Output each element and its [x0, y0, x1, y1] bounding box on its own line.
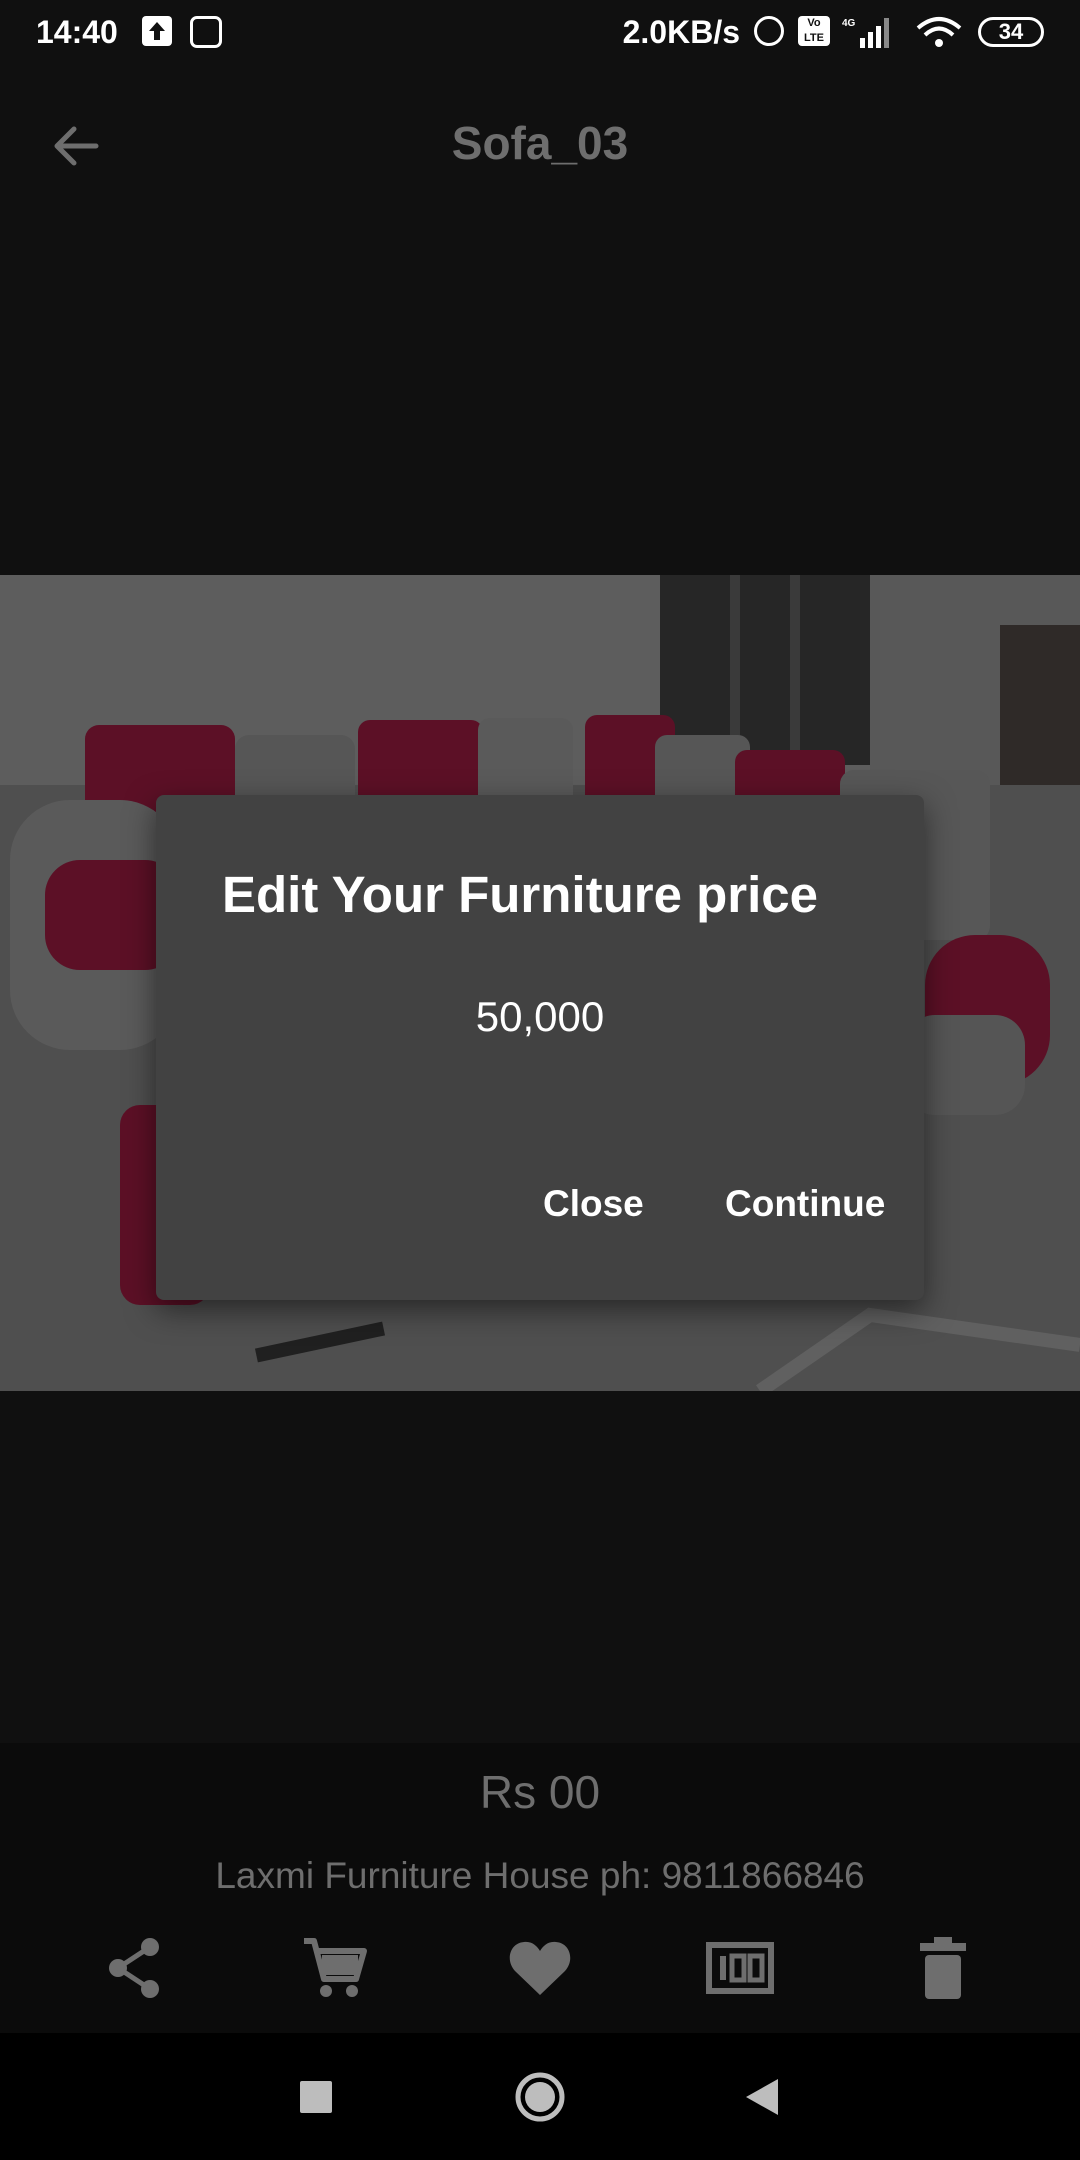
volte-icon: Vo LTE: [798, 16, 830, 46]
product-info-panel: Rs 00 Laxmi Furniture House ph: 98118668…: [0, 1743, 1080, 2033]
back-triangle-icon[interactable]: [734, 2069, 790, 2125]
home-circle-icon[interactable]: [512, 2069, 568, 2125]
share-icon[interactable]: [100, 1933, 170, 2003]
close-button[interactable]: Close: [543, 1183, 644, 1225]
vendor-info: Laxmi Furniture House ph: 9811866846: [215, 1855, 865, 1896]
network-speed: 2.0KB/s: [622, 14, 740, 50]
cart-icon[interactable]: [300, 1933, 370, 2003]
app-bar: Sofa_03: [0, 66, 1080, 222]
heart-icon[interactable]: [505, 1933, 575, 2003]
system-nav-bar: [0, 2033, 1080, 2160]
product-price: Rs 00: [479, 1766, 601, 1818]
alarm-icon: [754, 16, 784, 46]
upload-icon: [142, 16, 172, 46]
delete-icon[interactable]: [908, 1933, 978, 2003]
counter-icon[interactable]: [705, 1933, 775, 2003]
network-type-label: 4G: [842, 18, 856, 29]
dialog-title: Edit Your Furniture price: [222, 866, 819, 923]
status-bar: 14:40 2.0KB/s Vo LTE 4G 34: [0, 0, 1080, 66]
recents-square-icon[interactable]: [288, 2069, 344, 2125]
battery-icon: 34: [978, 17, 1044, 47]
price-input[interactable]: 50,000: [156, 993, 924, 1041]
status-time: 14:40: [36, 14, 118, 50]
continue-button[interactable]: Continue: [725, 1183, 885, 1225]
edit-price-dialog: Edit Your Furniture price 50,000 Close C…: [156, 795, 924, 1300]
cellular-signal-icon: 4G: [840, 16, 896, 48]
action-bar: [0, 1933, 1080, 2013]
wifi-icon: [916, 16, 962, 50]
calculator-icon: [190, 16, 222, 48]
page-title: Sofa_03: [451, 117, 629, 169]
